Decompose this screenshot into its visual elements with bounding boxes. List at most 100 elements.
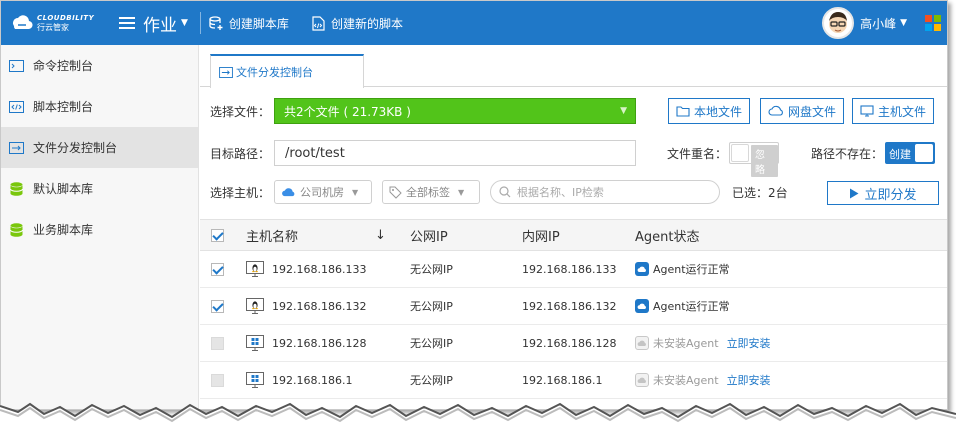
agent-ok-icon: [635, 262, 649, 276]
agent-status: Agent运行正常: [653, 300, 730, 313]
brand-name-en: CLOUDBILITY: [37, 14, 95, 22]
main-panel: 文件分发控制台 选择文件： 共2个文件 ( 21.73KB ) ▼ 本地文件 网…: [200, 45, 947, 409]
path-not-exist-option: 路径不存在： 创建: [811, 142, 936, 164]
search-icon: [499, 186, 511, 198]
table-row[interactable]: 192.168.186.132 无公网IP 192.168.186.132 Ag…: [200, 288, 947, 325]
select-all-checkbox[interactable]: [211, 228, 224, 242]
chevron-down-icon: ▼: [181, 18, 188, 28]
app-switcher-icon[interactable]: [925, 15, 941, 31]
database-plus-icon: [209, 15, 223, 30]
select-file-row: 选择文件： 共2个文件 ( 21.73KB ) ▼: [210, 98, 636, 124]
select-host-label: 选择主机：: [210, 185, 271, 200]
main-menu-toggle[interactable]: 作业 ▼: [113, 1, 194, 45]
host-name: 192.168.186.1: [272, 373, 353, 387]
public-ip: 无公网IP: [410, 337, 453, 350]
agent-missing-icon: [635, 336, 649, 350]
sidebar-item-business-script-library[interactable]: 业务脚本库: [1, 209, 198, 250]
host-search-input[interactable]: 根据名称、IP检索: [490, 180, 720, 204]
private-ip: 192.168.186.132: [522, 299, 617, 313]
torn-edge-decoration: [0, 402, 956, 431]
datacenter-select[interactable]: 公司机房 ▼: [274, 180, 372, 204]
create-script-button[interactable]: 创建新的脚本: [311, 15, 403, 32]
target-path-input[interactable]: /root/test: [274, 140, 636, 166]
hamburger-icon: [119, 16, 135, 30]
private-ip: 192.168.186.133: [522, 262, 617, 276]
selected-count: 已选：2台: [732, 185, 788, 200]
install-agent-link[interactable]: 立即安装: [727, 372, 771, 388]
agent-missing-icon: [635, 373, 649, 387]
windows-host-icon: [246, 372, 264, 388]
select-host-row: 选择主机： 公司机房 ▼ 全部标签 ▼ 根据名称、IP检索 已选：2台: [210, 180, 788, 204]
file-transfer-icon: [219, 66, 233, 78]
tab-file-distribution-console[interactable]: 文件分发控制台: [210, 54, 364, 88]
host-table: 主机名称 ↓ 公网IP 内网IP Agent状态 192.168.186.133…: [200, 219, 947, 399]
row-checkbox[interactable]: [211, 373, 224, 387]
host-file-button[interactable]: 主机文件: [852, 98, 935, 124]
target-path-label: 目标路径：: [210, 146, 271, 161]
install-agent-link[interactable]: 立即安装: [727, 335, 771, 351]
sidebar-item-default-script-library[interactable]: 默认脚本库: [1, 168, 198, 209]
sidebar-item-script-console[interactable]: 脚本控制台: [1, 86, 198, 127]
rename-label: 文件重名：: [667, 146, 728, 161]
linux-host-icon: [246, 261, 264, 277]
path-not-exist-label: 路径不存在：: [811, 146, 884, 161]
cloud-icon: [282, 187, 295, 196]
host-name: 192.168.186.133: [272, 262, 367, 276]
menu-label: 作业: [143, 15, 177, 36]
database-icon: [8, 222, 24, 237]
sidebar: 命令控制台 脚本控制台 文件分发控制台 默认脚本库 业务脚本库: [1, 45, 199, 409]
sidebar-item-command-console[interactable]: 命令控制台: [1, 45, 198, 86]
row-checkbox[interactable]: [211, 336, 224, 350]
private-ip: 192.168.186.128: [522, 336, 617, 350]
tag-icon: [389, 186, 402, 199]
agent-status: Agent运行正常: [653, 263, 730, 276]
table-row[interactable]: 192.168.186.133 无公网IP 192.168.186.133 Ag…: [200, 251, 947, 288]
linux-host-icon: [246, 298, 264, 314]
brand-name-cn: 行云管家: [37, 23, 69, 32]
cloud-drive-file-button[interactable]: 网盘文件: [760, 98, 845, 124]
user-name: 高小峰: [860, 16, 897, 31]
sidebar-item-file-distribution-console[interactable]: 文件分发控制台: [1, 127, 198, 168]
cloud-logo-icon: [9, 12, 33, 34]
column-header-public-ip: 公网IP: [410, 229, 448, 245]
distribute-now-button[interactable]: 立即分发: [827, 181, 939, 205]
row-checkbox[interactable]: [211, 299, 224, 313]
private-ip: 192.168.186.1: [522, 373, 603, 387]
rename-option: 文件重名： 忽略: [667, 142, 780, 177]
divider: [199, 12, 201, 34]
agent-status: 未安装Agent: [653, 374, 719, 387]
table-row[interactable]: 192.168.186.128 无公网IP 192.168.186.128 未安…: [200, 325, 947, 362]
column-header-agent-status: Agent状态: [635, 229, 700, 245]
chevron-down-icon: ▼: [458, 187, 465, 197]
brand-logo[interactable]: CLOUDBILITY 行云管家: [1, 12, 113, 34]
monitor-icon: [860, 105, 874, 117]
public-ip: 无公网IP: [410, 374, 453, 387]
target-path-row: 目标路径： /root/test: [210, 140, 636, 166]
path-create-toggle[interactable]: 创建: [885, 142, 936, 164]
file-transfer-icon: [8, 141, 24, 155]
windows-host-icon: [246, 335, 264, 351]
rename-ignore-toggle[interactable]: 忽略: [729, 142, 780, 177]
sort-descending-icon[interactable]: ↓: [375, 228, 386, 243]
chevron-down-icon: ▼: [620, 106, 627, 116]
selected-files-dropdown[interactable]: 共2个文件 ( 21.73KB ) ▼: [274, 98, 636, 124]
column-header-private-ip: 内网IP: [522, 229, 560, 245]
host-name: 192.168.186.128: [272, 336, 367, 350]
chevron-down-icon: ▼: [900, 18, 907, 28]
column-header-host-name[interactable]: 主机名称: [246, 226, 298, 245]
select-file-label: 选择文件：: [210, 104, 271, 119]
create-script-library-button[interactable]: 创建脚本库: [209, 15, 289, 32]
code-icon: [8, 100, 24, 114]
host-name: 192.168.186.132: [272, 299, 367, 313]
tab-bar: 文件分发控制台: [200, 45, 947, 88]
tag-select[interactable]: 全部标签 ▼: [382, 180, 480, 204]
table-header: 主机名称 ↓ 公网IP 内网IP Agent状态: [200, 219, 947, 251]
row-checkbox[interactable]: [211, 262, 224, 276]
top-bar: CLOUDBILITY 行云管家 作业 ▼ 创建脚本库 创建新的脚本 高小峰 ▼: [1, 1, 947, 45]
local-file-button[interactable]: 本地文件: [668, 98, 751, 124]
user-menu[interactable]: 高小峰 ▼: [822, 7, 907, 39]
script-file-icon: [312, 15, 325, 31]
avatar: [822, 7, 855, 39]
cloud-icon: [768, 105, 783, 116]
database-icon: [8, 181, 24, 196]
